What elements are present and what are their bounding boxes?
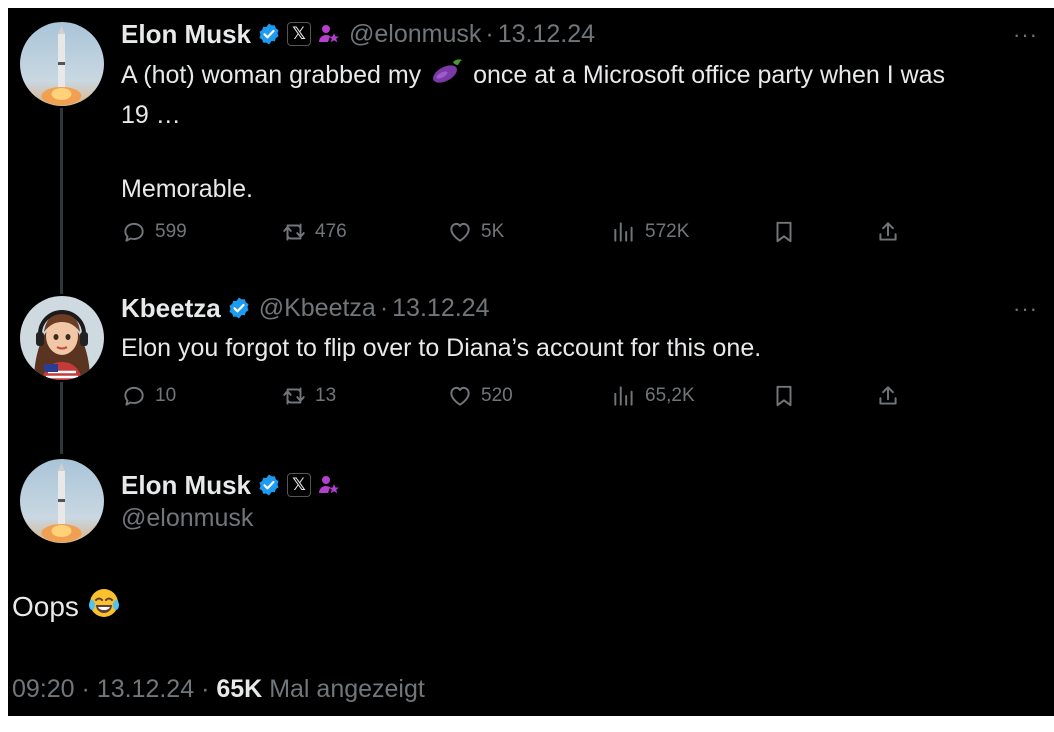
tweet-2-header: Kbeetza @Kbeetza · 13.12.24 [121,293,489,323]
x-affiliation-icon[interactable]: 𝕏 [287,473,312,497]
verified-badge-icon[interactable] [257,473,281,497]
reply-icon [124,386,144,406]
thread-connector-1 [60,108,63,294]
gov-affiliate-icon [317,22,341,46]
x-logo-icon: 𝕏 [287,22,312,46]
like-button[interactable]: 5K [447,215,504,249]
avatar-kbeetza[interactable] [20,296,104,380]
cartoon-girl-avatar-image [20,296,104,380]
separator-dot: · [81,675,90,703]
bookmark-button[interactable] [771,379,797,413]
tweet-text-line-1: A (hot) woman grabbed my once at a Micro… [121,56,1041,97]
bookmark-icon [776,221,792,243]
tweet-text-part: A (hot) woman grabbed my [121,61,422,90]
tweet-1-actions: 599 476 5K 572K [121,215,921,249]
repost-button[interactable]: 13 [281,379,336,413]
main-tweet-text: Oops [12,586,121,627]
author-name[interactable]: Kbeetza [121,293,221,324]
tweet-2-text: Elon you forgot to flip over to Diana’s … [121,334,762,362]
views-button[interactable]: 572K [611,215,689,249]
x-affiliation-icon[interactable]: 𝕏 [287,22,312,46]
tweet-thread: Elon Musk 𝕏 @elonmusk · 13.12.24 ··· A (… [8,8,1054,716]
tears-of-joy-emoji-icon [87,586,121,627]
separator-dot: · [379,293,389,322]
tweet-date[interactable]: 13.12.24 [498,20,595,49]
avatar-elonmusk[interactable] [20,22,104,106]
more-options-button[interactable]: ··· [1013,296,1038,322]
share-icon [879,222,897,241]
analytics-icon [614,386,633,406]
author-handle[interactable]: @Kbeetza [259,294,376,323]
view-count: 65K [216,675,263,703]
eggplant-emoji-icon [430,56,464,97]
author-handle[interactable]: @elonmusk [349,20,481,49]
views-label: Mal angezeigt [269,675,425,703]
separator-dot: · [485,19,494,48]
main-tweet-header: Elon Musk 𝕏 [121,470,341,500]
gov-affiliate-icon [317,473,341,497]
verified-badge-icon[interactable] [227,296,251,320]
tweet-time[interactable]: 09:20 [12,675,75,703]
rocket-avatar-image [20,22,104,106]
reply-button[interactable]: 10 [121,379,176,413]
tweet-1-header: Elon Musk 𝕏 @elonmusk · 13.12.24 [121,19,595,49]
author-name[interactable]: Elon Musk [121,19,251,50]
reply-count: 10 [155,385,177,406]
repost-count: 476 [315,221,347,242]
author-name[interactable]: Elon Musk [121,470,251,501]
reply-count: 599 [155,221,187,242]
tweet-date[interactable]: 13.12.24 [392,294,489,323]
heart-icon [450,386,470,406]
thread-connector-2 [60,382,63,454]
repost-count: 13 [315,385,337,406]
repost-icon [283,387,305,405]
bookmark-button[interactable] [771,215,797,249]
tweet-date[interactable]: 13.12.24 [97,675,194,703]
share-icon [879,386,897,405]
tweet-1-text: A (hot) woman grabbed my once at a Micro… [121,56,1041,208]
tweet-2-actions: 10 13 520 65,2K [121,379,921,413]
share-button[interactable] [875,379,901,413]
repost-icon [283,223,305,241]
heart-icon [450,222,470,242]
bookmark-icon [776,385,792,407]
main-tweet-meta: 09:20 · 13.12.24 · 65K Mal angezeigt [12,675,425,704]
like-button[interactable]: 520 [447,379,513,413]
view-count: 65,2K [645,385,695,406]
verified-badge-icon[interactable] [257,22,281,46]
main-tweet-text-content: Oops [12,590,79,622]
like-count: 5K [481,221,505,242]
share-button[interactable] [875,215,901,249]
rocket-avatar-image [20,459,104,543]
separator-dot: · [201,675,210,703]
like-count: 520 [481,385,513,406]
x-logo-icon: 𝕏 [287,473,312,497]
reply-icon [124,222,144,242]
views-button[interactable]: 65,2K [611,379,695,413]
tweet-text-line-3: Memorable. [121,175,253,203]
avatar-elonmusk[interactable] [20,459,104,543]
tweet-text-line-2: 19 … [121,101,181,129]
author-handle[interactable]: @elonmusk [121,504,253,533]
more-options-button[interactable]: ··· [1013,22,1038,48]
reply-button[interactable]: 599 [121,215,187,249]
analytics-icon [614,222,633,242]
tweet-text-part: once at a Microsoft office party when I … [473,61,946,90]
view-count: 572K [645,221,690,242]
repost-button[interactable]: 476 [281,215,347,249]
